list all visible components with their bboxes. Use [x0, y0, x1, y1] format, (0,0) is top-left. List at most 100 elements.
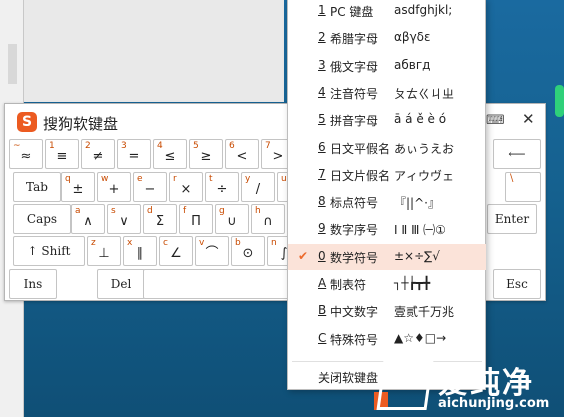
menu-item-keyboard-type[interactable]: 1 PC 键盘 asdfghjkl; — [288, 0, 486, 24]
menu-item-shortcut: 7 — [318, 166, 326, 181]
symbol-key[interactable]: s ∨ — [107, 204, 141, 234]
symbol-key[interactable]: e − — [133, 172, 167, 202]
symbol-key[interactable]: x ∥ — [123, 236, 157, 266]
menu-item-sample: アィウヴェ — [394, 168, 455, 183]
close-keyboard-menu-item[interactable]: 关闭软键盘 — [318, 369, 378, 386]
check-icon: ✔ — [298, 248, 309, 263]
key-symbol-label: ÷ — [216, 182, 228, 197]
menu-item-keyboard-type[interactable]: 2 希腊字母 αβγδε — [288, 25, 486, 51]
symbol-key[interactable]: v ⌒ — [195, 236, 229, 266]
symbol-key[interactable]: r × — [169, 172, 203, 202]
menu-item-sample: asdfghjkl; — [394, 3, 453, 17]
menu-item-keyboard-type[interactable]: C 特殊符号 ▲☆♦□→ — [288, 326, 486, 352]
symbol-key[interactable]: 6 < — [225, 139, 259, 169]
menu-item-sample: ±×÷∑√ — [394, 248, 440, 263]
key-symbol-label: ∠ — [170, 246, 182, 261]
menu-item-sample: ㄆㄊㄍㄐㄓ — [394, 86, 455, 101]
key-symbol-label: ≈ — [20, 149, 32, 164]
menu-item-sample: 『||^·』 — [394, 196, 440, 211]
symbol-key[interactable]: q ± — [61, 172, 95, 202]
key-symbol-label: ≡ — [56, 149, 68, 164]
backspace-key[interactable]: ⟵ — [493, 139, 541, 169]
symbol-key[interactable]: c ∠ — [159, 236, 193, 266]
menu-item-keyboard-type[interactable]: 7 日文片假名 アィウヴェ — [288, 162, 486, 188]
menu-item-keyboard-type[interactable]: 6 日文平假名 あぃうえお — [288, 135, 486, 161]
ins-key[interactable]: Ins — [9, 269, 57, 299]
menu-item-label: 拼音字母 — [330, 114, 379, 129]
esc-key[interactable]: Esc — [493, 269, 541, 299]
menu-item-sample: ▲☆♦□→ — [394, 330, 447, 345]
menu-item-sample: αβγδε — [394, 30, 431, 45]
menu-item-label: 日文平假名 — [330, 141, 391, 156]
keyboard-title: 搜狗软键盘 — [43, 115, 119, 133]
enter-key[interactable]: Enter — [487, 204, 537, 234]
menu-item-keyboard-type[interactable]: 3 俄文字母 абвгд — [288, 53, 486, 79]
space-key[interactable] — [143, 269, 291, 299]
symbol-key[interactable]: 5 ≥ — [189, 139, 223, 169]
backslash-key[interactable]: \ — [505, 172, 541, 202]
key-symbol-label: ⌒ — [205, 246, 219, 261]
symbol-key[interactable]: 1 ≡ — [45, 139, 79, 169]
menu-item-shortcut: 0 — [318, 248, 326, 263]
key-symbol-label: ≠ — [92, 149, 104, 164]
key-symbol-label: ≤ — [164, 149, 176, 164]
menu-item-shortcut: 9 — [318, 221, 326, 236]
symbol-key[interactable]: fΠ — [179, 204, 213, 234]
menu-item-keyboard-type[interactable]: A 制表符 ┐┼┢┳╋ — [288, 271, 486, 297]
shift-key[interactable]: ↑ Shift — [13, 236, 85, 266]
symbol-key[interactable]: h ∩ — [251, 204, 285, 234]
symbol-key[interactable]: dΣ — [143, 204, 177, 234]
menu-item-keyboard-type[interactable]: 5 拼音字母 ā á ě è ó — [288, 107, 486, 133]
sogou-logo-icon: S — [17, 112, 37, 132]
background-window — [24, 0, 284, 102]
symbol-key[interactable]: b ⊙ — [231, 236, 265, 266]
key-symbol-label: ± — [72, 182, 84, 197]
symbol-key[interactable]: y / — [241, 172, 275, 202]
symbol-key[interactable]: a ∧ — [71, 204, 105, 234]
keyboard-type-menu: 1 PC 键盘 asdfghjkl; 2 希腊字母 αβγδε 3 俄文字母 абвгд 4 注音符… — [287, 0, 486, 390]
menu-item-label: 希腊字母 — [330, 32, 379, 47]
menu-item-shortcut: 3 — [318, 57, 326, 72]
close-icon[interactable]: ✕ — [522, 110, 535, 128]
menu-item-sample: 壹贰千万兆 — [394, 305, 455, 320]
menu-item-keyboard-type[interactable]: B 中文数字 壹贰千万兆 — [288, 298, 486, 324]
watermark: 爱纯净 aichunjing.com — [374, 352, 564, 417]
menu-item-keyboard-type[interactable]: ✔ 0 数学符号 ±×÷∑√ — [288, 243, 486, 270]
menu-item-shortcut: B — [318, 303, 327, 318]
menu-item-shortcut: 5 — [318, 112, 326, 127]
menu-item-label: 注音符号 — [330, 86, 379, 101]
key-symbol-label: − — [144, 182, 156, 197]
menu-item-keyboard-type[interactable]: 9 数字序号 Ⅰ Ⅱ Ⅲ ㈠① — [288, 216, 486, 242]
menu-item-keyboard-type[interactable]: 4 注音符号 ㄆㄊㄍㄐㄓ — [288, 80, 486, 106]
key-shortcut-label: u — [281, 174, 287, 184]
key-symbol-label: Π — [191, 214, 201, 229]
key-symbol-label: ⊥ — [98, 246, 110, 261]
key-symbol-label: = — [128, 149, 140, 164]
menu-item-shortcut: 6 — [318, 139, 326, 154]
right-scrollbar[interactable] — [555, 85, 564, 117]
symbol-key[interactable]: ~ ≈ — [9, 139, 43, 169]
key-symbol-label: ⊙ — [242, 246, 254, 261]
key-symbol-label: + — [108, 182, 120, 197]
symbol-key[interactable]: 2 ≠ — [81, 139, 115, 169]
symbol-key[interactable]: g ∪ — [215, 204, 249, 234]
keyboard-menu-icon[interactable]: ⌨ — [486, 113, 505, 128]
key-symbol-label: < — [236, 149, 248, 164]
symbol-key[interactable]: 3 = — [117, 139, 151, 169]
watermark-url: aichunjing.com — [438, 396, 550, 411]
symbol-key[interactable]: w + — [97, 172, 131, 202]
menu-item-keyboard-type[interactable]: 8 标点符号 『||^·』 — [288, 189, 486, 215]
menu-item-sample: ┐┼┢┳╋ — [394, 276, 431, 290]
caps-key[interactable]: Caps — [13, 204, 71, 234]
symbol-key[interactable]: 4 ≤ — [153, 139, 187, 169]
menu-item-label: 中文数字 — [330, 305, 379, 320]
scrollbar-thumb[interactable] — [8, 44, 17, 84]
symbol-key[interactable]: z ⊥ — [87, 236, 121, 266]
tab-key[interactable]: Tab — [13, 172, 61, 202]
menu-item-label: 日文片假名 — [330, 168, 391, 183]
del-key[interactable]: Del — [97, 269, 145, 299]
menu-item-label: 数字序号 — [330, 223, 379, 238]
key-symbol-label: Σ — [155, 214, 165, 229]
symbol-key[interactable]: t ÷ — [205, 172, 239, 202]
menu-item-shortcut: 2 — [318, 30, 326, 45]
